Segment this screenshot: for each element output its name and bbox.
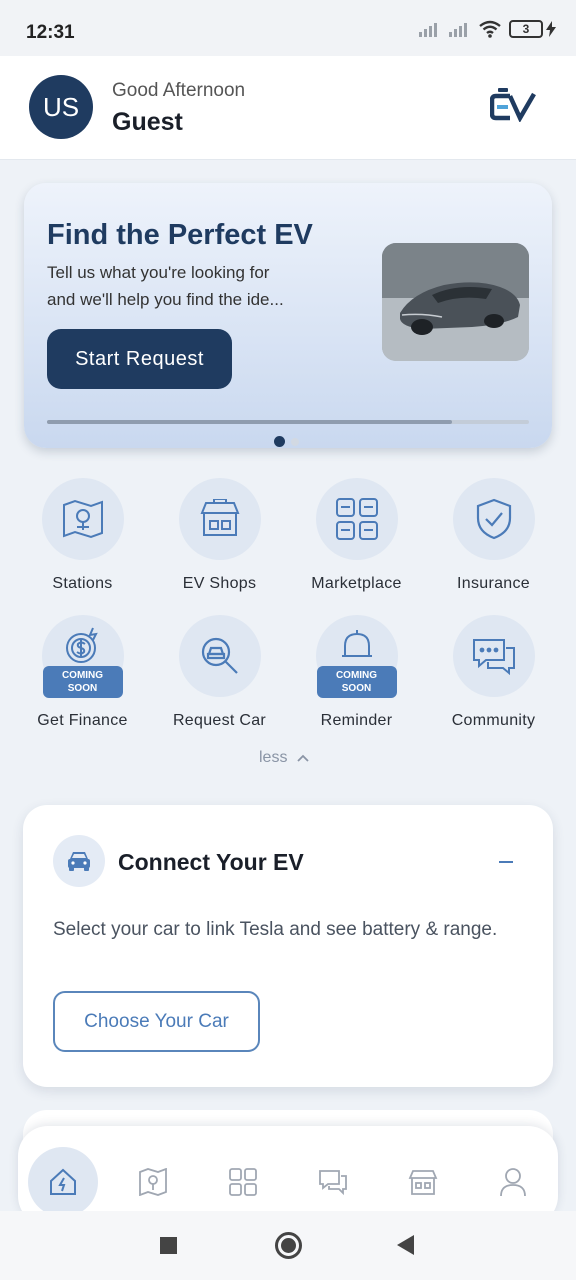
coming-soon-badge: COMING SOON	[316, 666, 397, 698]
status-time: 12:31	[26, 22, 75, 43]
user-name: Guest	[112, 108, 183, 136]
signal-icon	[419, 23, 437, 37]
app-header: US Good Afternoon Guest	[0, 56, 576, 160]
car-icon	[68, 852, 90, 871]
quick-action-marketplace[interactable]: Marketplace	[288, 478, 425, 593]
carousel-dot[interactable]	[291, 438, 299, 446]
nav-stations[interactable]	[118, 1147, 188, 1217]
wifi-icon	[479, 20, 501, 38]
banner-description: Tell us what you're looking for and we'l…	[47, 259, 327, 313]
status-icons: 3	[419, 20, 556, 38]
marketplace-grid-icon	[335, 498, 378, 540]
nav-marketplace[interactable]	[208, 1147, 278, 1217]
chevron-up-icon	[297, 754, 310, 762]
banner-description-line1: Tell us what you're looking for	[47, 263, 270, 282]
connect-ev-card: Connect Your EV Select your car to link …	[23, 805, 553, 1087]
bell-icon	[341, 630, 372, 657]
quick-action-label: Get Finance	[37, 712, 128, 729]
quick-action-label: Marketplace	[311, 575, 402, 592]
battery-indicator: 3	[509, 20, 556, 38]
quick-action-get-finance[interactable]: COMING SOON Get Finance	[14, 615, 151, 730]
home-icon	[50, 1168, 76, 1195]
car-image	[382, 243, 529, 361]
quick-action-stations[interactable]: Stations	[14, 478, 151, 593]
car-photo-illustration	[382, 243, 529, 361]
connect-ev-title: Connect Your EV	[118, 849, 304, 875]
quick-action-label: Insurance	[457, 575, 530, 592]
quick-action-request-car[interactable]: Request Car	[151, 615, 288, 730]
back-button[interactable]	[397, 1235, 414, 1255]
profile-icon	[500, 1168, 526, 1197]
less-label: less	[259, 749, 288, 766]
map-station-icon	[62, 499, 103, 539]
carousel-dots[interactable]	[274, 436, 299, 447]
nav-ev-shops[interactable]	[388, 1147, 458, 1217]
carousel-dot-active[interactable]	[274, 436, 285, 447]
shop-icon	[200, 499, 239, 536]
nav-community[interactable]	[298, 1147, 368, 1217]
quick-action-community[interactable]: Community	[425, 615, 562, 730]
chat-icon	[319, 1170, 347, 1196]
nav-profile[interactable]	[478, 1147, 548, 1217]
banner-description-line2: and we'll help you find the ide...	[47, 290, 284, 309]
quick-action-icon-bg	[452, 478, 535, 560]
recents-button[interactable]	[160, 1237, 177, 1254]
quick-action-icon-bg	[315, 478, 398, 560]
connect-ev-description: Select your car to link Tesla and see ba…	[53, 919, 498, 940]
choose-your-car-button[interactable]: Choose Your Car	[53, 991, 260, 1052]
system-navigation-bar	[0, 1211, 576, 1280]
signal-icon-2	[449, 23, 467, 37]
quick-action-icon-bg: COMING SOON	[41, 615, 124, 698]
car-icon-bg	[53, 835, 105, 887]
home-button[interactable]	[275, 1232, 302, 1259]
quick-action-label: Reminder	[320, 712, 393, 729]
quick-action-label: Stations	[52, 575, 113, 592]
quick-action-insurance[interactable]: Insurance	[425, 478, 562, 593]
charging-icon	[546, 21, 556, 37]
collapse-button[interactable]	[499, 861, 513, 863]
nav-home[interactable]	[28, 1147, 98, 1217]
banner-progress-fill	[47, 420, 452, 424]
shield-check-icon	[476, 498, 511, 540]
quick-action-label: Request Car	[172, 712, 267, 729]
start-request-button[interactable]: Start Request	[47, 329, 232, 389]
less-toggle[interactable]: less	[259, 749, 310, 767]
map-icon	[139, 1168, 167, 1196]
chat-icon	[472, 639, 515, 676]
quick-action-ev-shops[interactable]: EV Shops	[151, 478, 288, 593]
shop-icon	[408, 1170, 438, 1195]
finance-coin-icon	[65, 627, 98, 663]
marketplace-icon	[229, 1168, 257, 1196]
quick-action-label: Community	[451, 712, 536, 729]
banner-progress-track	[47, 420, 529, 424]
quick-action-icon-bg: COMING SOON	[315, 615, 398, 698]
quick-action-label: EV Shops	[182, 575, 257, 592]
quick-action-icon-bg	[452, 615, 535, 697]
quick-action-icon-bg	[41, 478, 124, 560]
search-car-icon	[201, 637, 238, 674]
find-ev-banner[interactable]: Find the Perfect EV Tell us what you're …	[24, 183, 552, 448]
status-bar: 12:31 3	[0, 0, 576, 56]
coming-soon-badge: COMING SOON	[42, 666, 123, 698]
banner-title: Find the Perfect EV	[47, 219, 313, 251]
quick-action-icon-bg	[178, 478, 261, 560]
greeting-text: Good Afternoon	[112, 80, 246, 101]
quick-action-reminder[interactable]: COMING SOON Reminder	[288, 615, 425, 730]
quick-action-icon-bg	[178, 615, 261, 697]
ev-logo-icon	[490, 88, 536, 122]
avatar[interactable]: US	[29, 75, 93, 139]
battery-level: 3	[509, 20, 543, 38]
